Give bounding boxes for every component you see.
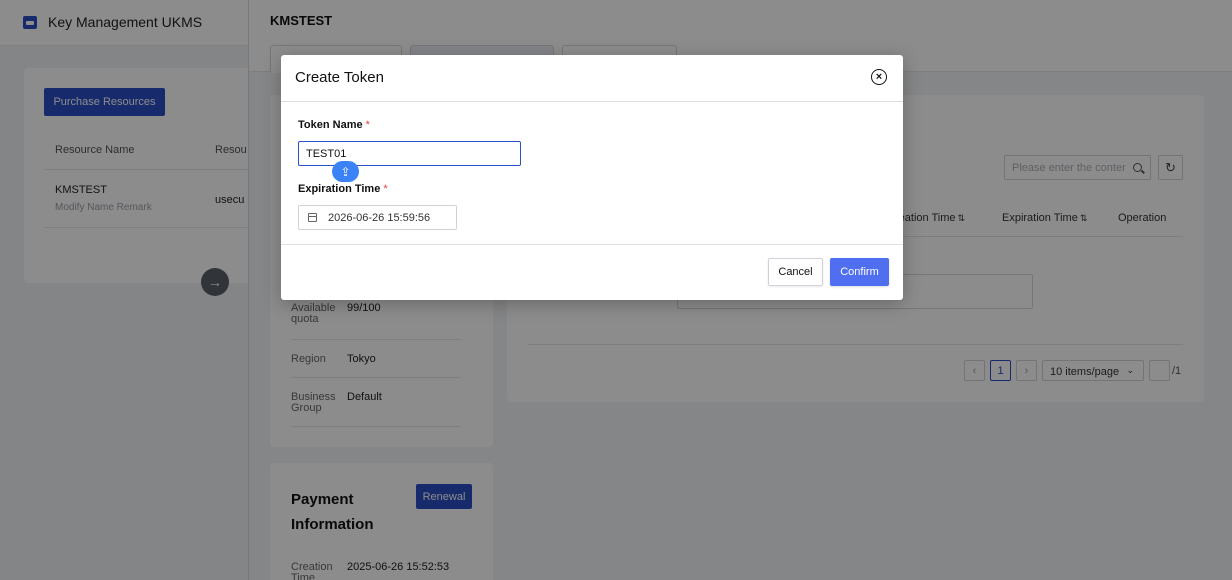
calendar-icon: [308, 213, 317, 222]
token-name-label-text: Token Name: [298, 119, 363, 131]
cancel-button[interactable]: Cancel: [768, 258, 823, 286]
close-icon[interactable]: ×: [871, 69, 887, 85]
modal-divider: [281, 244, 903, 245]
modal-divider: [281, 101, 903, 102]
required-mark: *: [365, 119, 370, 131]
token-name-input[interactable]: [298, 141, 521, 166]
create-token-modal: Create Token × Token Name* ⇪ Expiration …: [281, 55, 903, 300]
required-mark: *: [383, 183, 388, 195]
modal-title: Create Token: [295, 69, 384, 86]
token-name-label: Token Name *: [298, 119, 370, 131]
expiration-date-picker[interactable]: 2026-06-26 15:59:56: [298, 205, 457, 230]
confirm-button[interactable]: Confirm: [830, 258, 889, 286]
expiration-time-label: Expiration Time *: [298, 183, 388, 195]
expiration-date-value: 2026-06-26 15:59:56: [328, 212, 431, 224]
caps-lock-icon: ⇪: [332, 161, 359, 182]
expiration-time-label-text: Expiration Time: [298, 183, 381, 195]
